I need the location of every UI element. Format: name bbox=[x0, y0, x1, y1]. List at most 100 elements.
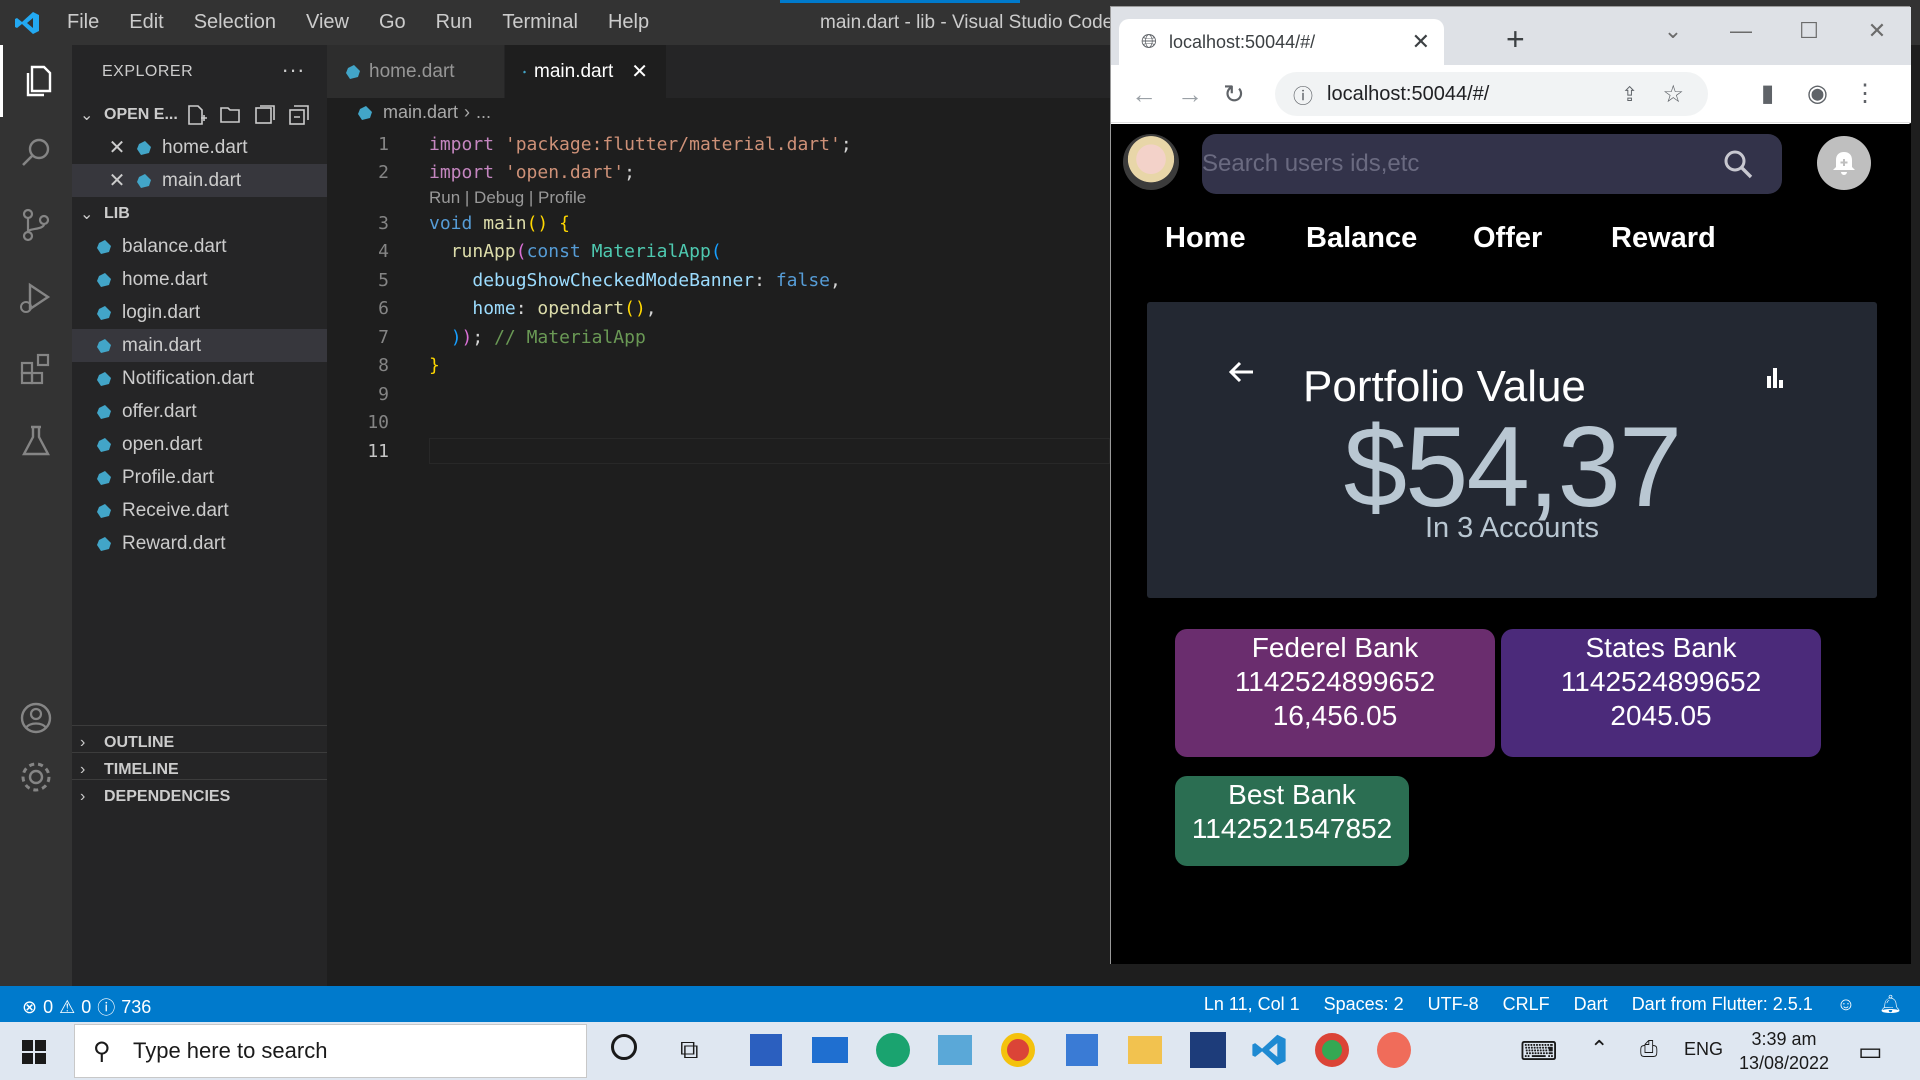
chrome-profile-icon[interactable] bbox=[1001, 1033, 1035, 1067]
maximize-icon[interactable]: ☐ bbox=[1775, 7, 1843, 55]
menu-run[interactable]: Run bbox=[421, 11, 488, 34]
code-lens[interactable]: Run | Debug | Profile bbox=[429, 188, 586, 208]
taskbar-search-input[interactable]: ⚲ Type here to search bbox=[74, 1024, 587, 1078]
nav-balance[interactable]: Balance bbox=[1306, 222, 1417, 255]
lib-file-item[interactable]: Notification.dart bbox=[72, 362, 327, 395]
side-panel-icon[interactable]: ▮ bbox=[1761, 79, 1774, 108]
paint-app-icon[interactable] bbox=[1377, 1032, 1411, 1068]
action-center-icon[interactable]: ▭ bbox=[1858, 1036, 1883, 1067]
keyboard-icon[interactable]: ⌨ bbox=[1520, 1036, 1558, 1067]
reload-icon[interactable]: ↻ bbox=[1223, 79, 1245, 110]
lib-file-item[interactable]: login.dart bbox=[72, 296, 327, 329]
bank-card-federel[interactable]: Federel Bank 1142524899652 16,456.05 bbox=[1175, 629, 1495, 757]
task-view-icon[interactable]: ⧉ bbox=[680, 1034, 699, 1066]
menu-go[interactable]: Go bbox=[364, 11, 421, 34]
user-search-input[interactable]: Search users ids,etc bbox=[1202, 134, 1782, 194]
file-explorer-icon[interactable] bbox=[1128, 1036, 1162, 1064]
chevron-up-icon[interactable]: ⌃ bbox=[1590, 1036, 1608, 1062]
address-bar[interactable]: ⓘ localhost:50044/#/ ⇪ ☆ bbox=[1275, 72, 1708, 116]
chrome-icon[interactable] bbox=[1315, 1033, 1349, 1067]
lib-file-item[interactable]: offer.dart bbox=[72, 395, 327, 428]
close-icon[interactable]: ✕ bbox=[1412, 29, 1430, 55]
bookmark-star-icon[interactable]: ☆ bbox=[1662, 80, 1684, 109]
notifications-bell-icon[interactable]: 🔔︎ bbox=[1879, 994, 1902, 1015]
edge-icon[interactable] bbox=[876, 1033, 910, 1067]
open-editors-section[interactable]: ⌄ OPEN E... bbox=[72, 98, 327, 131]
encoding[interactable]: UTF-8 bbox=[1428, 994, 1479, 1015]
notepad-icon[interactable] bbox=[1066, 1034, 1098, 1066]
problems-indicator[interactable]: ⊗ 0 ⚠ 0 ⓘ 736 bbox=[22, 994, 151, 1020]
close-icon[interactable]: ✕ bbox=[631, 59, 648, 84]
close-window-icon[interactable]: ✕ bbox=[1843, 7, 1911, 55]
app-icon[interactable] bbox=[938, 1035, 972, 1065]
save-all-icon[interactable] bbox=[253, 104, 277, 126]
lib-file-item[interactable]: open.dart bbox=[72, 428, 327, 461]
search-icon[interactable] bbox=[1722, 148, 1754, 180]
share-icon[interactable]: ⇪ bbox=[1621, 82, 1638, 107]
new-file-icon[interactable] bbox=[185, 104, 209, 126]
menu-view[interactable]: View bbox=[291, 11, 364, 34]
browser-tab[interactable]: 🌐︎ localhost:50044/#/ ✕ bbox=[1119, 19, 1444, 65]
tab-main-dart[interactable]: main.dart ✕ bbox=[505, 45, 667, 98]
forward-icon[interactable]: → bbox=[1177, 79, 1203, 110]
indentation[interactable]: Spaces: 2 bbox=[1324, 994, 1404, 1015]
lib-file-item[interactable]: Profile.dart bbox=[72, 461, 327, 494]
source-control-activity[interactable] bbox=[0, 189, 72, 261]
run-debug-activity[interactable] bbox=[0, 261, 72, 333]
explorer-activity[interactable] bbox=[0, 45, 72, 117]
windows-start-icon[interactable] bbox=[22, 1040, 46, 1064]
lib-file-item[interactable]: balance.dart bbox=[72, 230, 327, 263]
vscode-taskbar-icon[interactable] bbox=[1251, 1032, 1287, 1068]
open-editor-item[interactable]: ✕ main.dart bbox=[72, 164, 327, 197]
tab-search-icon[interactable]: ⌄ bbox=[1639, 7, 1707, 55]
cursor-position[interactable]: Ln 11, Col 1 bbox=[1204, 994, 1300, 1015]
bar-chart-icon[interactable] bbox=[1761, 364, 1789, 392]
flutter-sdk[interactable]: Dart from Flutter: 2.5.1 bbox=[1632, 994, 1813, 1015]
line-ending[interactable]: CRLF bbox=[1503, 994, 1550, 1015]
bank-card-states[interactable]: States Bank 1142524899652 2045.05 bbox=[1501, 629, 1821, 757]
extensions-activity[interactable] bbox=[0, 333, 72, 405]
notification-bell-button[interactable] bbox=[1817, 136, 1871, 190]
avatar[interactable] bbox=[1123, 134, 1179, 190]
new-tab-icon[interactable]: + bbox=[1506, 21, 1525, 58]
menu-dots-icon[interactable]: ⋮ bbox=[1853, 79, 1877, 108]
close-icon[interactable]: ✕ bbox=[108, 135, 126, 160]
lib-file-item[interactable]: Reward.dart bbox=[72, 527, 327, 560]
nav-home[interactable]: Home bbox=[1165, 222, 1246, 255]
more-actions-icon[interactable]: ··· bbox=[282, 57, 305, 83]
lib-file-item[interactable]: main.dart bbox=[72, 329, 327, 362]
arrow-back-icon[interactable] bbox=[1225, 356, 1257, 388]
cortana-icon[interactable] bbox=[611, 1034, 637, 1060]
manage-activity[interactable] bbox=[0, 741, 72, 813]
nav-reward[interactable]: Reward bbox=[1611, 222, 1716, 255]
breadcrumb-file[interactable]: main.dart bbox=[383, 102, 458, 123]
breadcrumb-rest[interactable]: ... bbox=[476, 102, 491, 123]
menu-file[interactable]: File bbox=[52, 11, 114, 34]
profile-icon[interactable]: ◉ bbox=[1807, 79, 1828, 108]
feedback-icon[interactable]: ☺ bbox=[1837, 994, 1855, 1015]
minimize-icon[interactable]: — bbox=[1707, 7, 1775, 55]
menu-help[interactable]: Help bbox=[593, 11, 664, 34]
open-editor-item[interactable]: ✕ home.dart bbox=[72, 131, 327, 164]
mail-icon[interactable] bbox=[812, 1037, 848, 1063]
lib-folder[interactable]: ⌄ LIB bbox=[72, 197, 327, 230]
close-icon[interactable]: ✕ bbox=[108, 168, 126, 193]
store-icon[interactable] bbox=[750, 1034, 782, 1066]
menu-terminal[interactable]: Terminal bbox=[487, 11, 593, 34]
menu-edit[interactable]: Edit bbox=[114, 11, 178, 34]
taskbar-clock[interactable]: 3:39 am 13/08/2022 bbox=[1736, 1027, 1832, 1075]
language-indicator[interactable]: ENG bbox=[1684, 1039, 1723, 1060]
new-folder-icon[interactable] bbox=[219, 104, 243, 126]
testing-activity[interactable] bbox=[0, 405, 72, 477]
language-mode[interactable]: Dart bbox=[1574, 994, 1608, 1015]
nav-offer[interactable]: Offer bbox=[1473, 222, 1542, 255]
back-icon[interactable]: ← bbox=[1131, 79, 1157, 110]
lib-file-item[interactable]: Receive.dart bbox=[72, 494, 327, 527]
lib-file-item[interactable]: home.dart bbox=[72, 263, 327, 296]
network-icon[interactable]: ⎙ bbox=[1640, 1036, 1658, 1062]
dependencies-section[interactable]: › DEPENDENCIES bbox=[72, 779, 327, 813]
collapse-all-icon[interactable] bbox=[287, 104, 311, 126]
dev-app-icon[interactable] bbox=[1190, 1032, 1226, 1068]
tab-home-dart[interactable]: home.dart bbox=[327, 45, 505, 98]
site-info-icon[interactable]: ⓘ bbox=[1293, 80, 1313, 109]
